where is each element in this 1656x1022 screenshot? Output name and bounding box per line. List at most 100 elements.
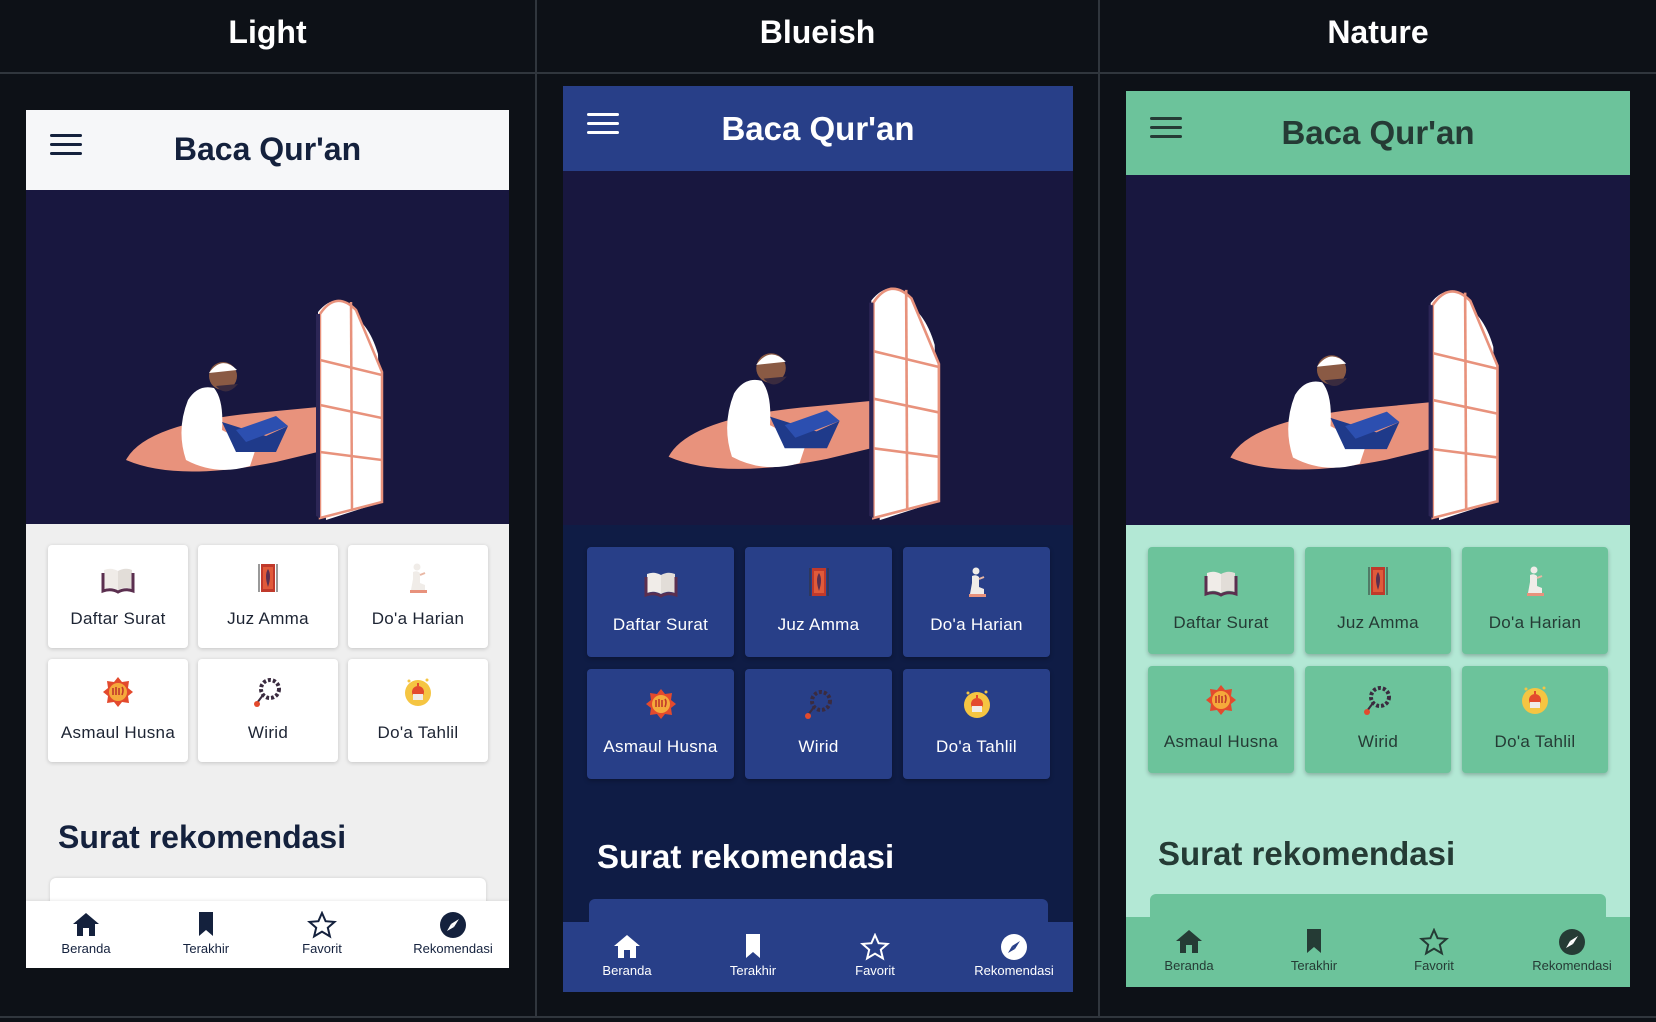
column-heading-nature: Nature xyxy=(1327,14,1429,50)
menu-card-label: Do'a Tahlil xyxy=(936,737,1017,756)
menu-card-label: Asmaul Husna xyxy=(60,723,176,742)
prayer-rug-icon xyxy=(1361,564,1395,598)
compass-icon xyxy=(438,911,468,939)
nav-label: Terakhir xyxy=(1290,958,1338,973)
app-title: Baca Qur'an xyxy=(173,131,362,167)
nav-rekomendasi[interactable]: Rekomendasi xyxy=(1517,917,1627,973)
menu-grid: Daftar Surat Juz Amma Do'a Harian Asmaul Hu… xyxy=(1126,525,1630,934)
hero-banner xyxy=(563,171,1073,525)
crescent-moon-mosque-icon xyxy=(960,687,994,721)
crescent-moon-mosque-icon xyxy=(1518,683,1552,717)
nav-beranda[interactable]: Beranda xyxy=(572,922,682,978)
app-bar: Baca Qur'an xyxy=(1126,91,1630,175)
nav-beranda[interactable]: Beranda xyxy=(31,901,141,956)
column-heading-light: Light xyxy=(228,14,307,50)
app-title: Baca Qur'an xyxy=(1281,114,1475,151)
bookmark-icon xyxy=(191,911,221,939)
bottom-navigation: Beranda Terakhir Favorit Rekomendasi xyxy=(563,922,1073,992)
menu-card-do-a-tahlil[interactable]: Do'a Tahlil xyxy=(348,659,488,762)
menu-card-do-a-tahlil[interactable]: Do'a Tahlil xyxy=(903,669,1050,779)
star-icon xyxy=(1419,927,1449,956)
menu-card-label: Do'a Harian xyxy=(930,615,1023,634)
menu-card-wirid[interactable]: Wirid xyxy=(745,669,892,779)
allah-emblem-icon xyxy=(101,675,135,709)
home-icon xyxy=(1174,928,1204,956)
menu-card-label: Do'a Tahlil xyxy=(377,723,459,742)
man-reading-quran-illustration xyxy=(668,287,941,521)
nav-terakhir[interactable]: Terakhir xyxy=(698,922,808,978)
phone-mockup-light: Baca Qur'an Daftar Surat Juz Amma Do'a Har… xyxy=(26,110,509,968)
menu-card-label: Wirid xyxy=(798,737,839,756)
menu-card-do-a-harian[interactable]: Do'a Harian xyxy=(903,547,1050,657)
nav-label: Beranda xyxy=(1164,958,1214,973)
prayer-rug-icon xyxy=(251,561,285,595)
app-bar: Baca Qur'an xyxy=(563,86,1073,171)
menu-card-label: Wirid xyxy=(247,723,289,742)
menu-card-label: Juz Amma xyxy=(777,615,860,634)
menu-card-label: Daftar Surat xyxy=(70,609,166,628)
prayer-beads-icon xyxy=(251,675,285,709)
menu-card-daftar-surat[interactable]: Daftar Surat xyxy=(1148,547,1294,654)
open-book-icon xyxy=(101,561,135,595)
menu-card-label: Wirid xyxy=(1357,732,1399,751)
menu-card-label: Daftar Surat xyxy=(612,615,709,634)
menu-card-label: Asmaul Husna xyxy=(1163,732,1279,751)
open-book-icon xyxy=(1204,564,1238,598)
home-icon xyxy=(612,933,642,961)
menu-card-asmaul-husna[interactable]: Asmaul Husna xyxy=(48,659,188,762)
praying-person-icon xyxy=(960,565,994,599)
bookmark-icon xyxy=(738,933,768,961)
prayer-rug-icon xyxy=(802,565,836,599)
compass-icon xyxy=(1557,928,1587,956)
nav-favorit[interactable]: Favorit xyxy=(267,901,377,956)
nav-beranda[interactable]: Beranda xyxy=(1134,917,1244,973)
nav-terakhir[interactable]: Terakhir xyxy=(151,901,261,956)
compass-icon xyxy=(999,933,1029,961)
allah-emblem-icon xyxy=(1204,683,1238,717)
menu-card-do-a-harian[interactable]: Do'a Harian xyxy=(348,545,488,648)
prayer-beads-icon xyxy=(802,687,836,721)
nav-label: Terakhir xyxy=(729,963,777,978)
star-icon xyxy=(860,932,890,961)
section-title: Surat rekomendasi xyxy=(1158,835,1456,872)
nav-rekomendasi[interactable]: Rekomendasi xyxy=(959,922,1069,978)
theme-comparison: Light Blueish Nature Baca Qur'an Daftar … xyxy=(0,0,1656,1022)
nav-label: Rekomendasi xyxy=(974,963,1054,978)
column-heading-blueish: Blueish xyxy=(759,14,876,50)
praying-person-icon xyxy=(401,561,435,595)
nav-label: Favorit xyxy=(1414,958,1454,973)
nav-favorit[interactable]: Favorit xyxy=(1379,917,1489,973)
menu-card-asmaul-husna[interactable]: Asmaul Husna xyxy=(1148,666,1294,773)
menu-card-do-a-tahlil[interactable]: Do'a Tahlil xyxy=(1462,666,1608,773)
menu-card-do-a-harian[interactable]: Do'a Harian xyxy=(1462,547,1608,654)
prayer-beads-icon xyxy=(1361,683,1395,717)
menu-card-label: Daftar Surat xyxy=(1173,613,1269,632)
nav-label: Beranda xyxy=(602,963,652,978)
menu-grid: Daftar Surat Juz Amma Do'a Harian Asmaul Hu… xyxy=(26,524,509,918)
hero-banner xyxy=(1126,175,1630,525)
nav-favorit[interactable]: Favorit xyxy=(820,922,930,978)
bottom-navigation: Beranda Terakhir Favorit Rekomendasi xyxy=(1126,917,1630,987)
nav-rekomendasi[interactable]: Rekomendasi xyxy=(398,901,508,956)
section-title: Surat rekomendasi xyxy=(58,819,347,855)
menu-card-label: Do'a Harian xyxy=(371,609,465,628)
nav-label: Rekomendasi xyxy=(413,941,493,956)
menu-card-wirid[interactable]: Wirid xyxy=(198,659,338,762)
menu-card-daftar-surat[interactable]: Daftar Surat xyxy=(48,545,188,648)
column-divider-2 xyxy=(1098,0,1100,1018)
nav-terakhir[interactable]: Terakhir xyxy=(1259,917,1369,973)
footer-divider xyxy=(0,1016,1656,1018)
nav-label: Favorit xyxy=(302,941,342,956)
menu-card-juz-amma[interactable]: Juz Amma xyxy=(1305,547,1451,654)
bookmark-icon xyxy=(1299,928,1329,956)
menu-card-label: Do'a Tahlil xyxy=(1494,732,1576,751)
menu-card-daftar-surat[interactable]: Daftar Surat xyxy=(587,547,734,657)
phone-mockup-blueish: Baca Qur'an Daftar Surat Juz Amma Do'a Har… xyxy=(563,86,1073,992)
crescent-moon-mosque-icon xyxy=(401,675,435,709)
menu-card-asmaul-husna[interactable]: Asmaul Husna xyxy=(587,669,734,779)
menu-card-label: Do'a Harian xyxy=(1488,613,1582,632)
menu-card-wirid[interactable]: Wirid xyxy=(1305,666,1451,773)
menu-card-juz-amma[interactable]: Juz Amma xyxy=(745,547,892,657)
section-title: Surat rekomendasi xyxy=(597,838,895,875)
menu-card-juz-amma[interactable]: Juz Amma xyxy=(198,545,338,648)
